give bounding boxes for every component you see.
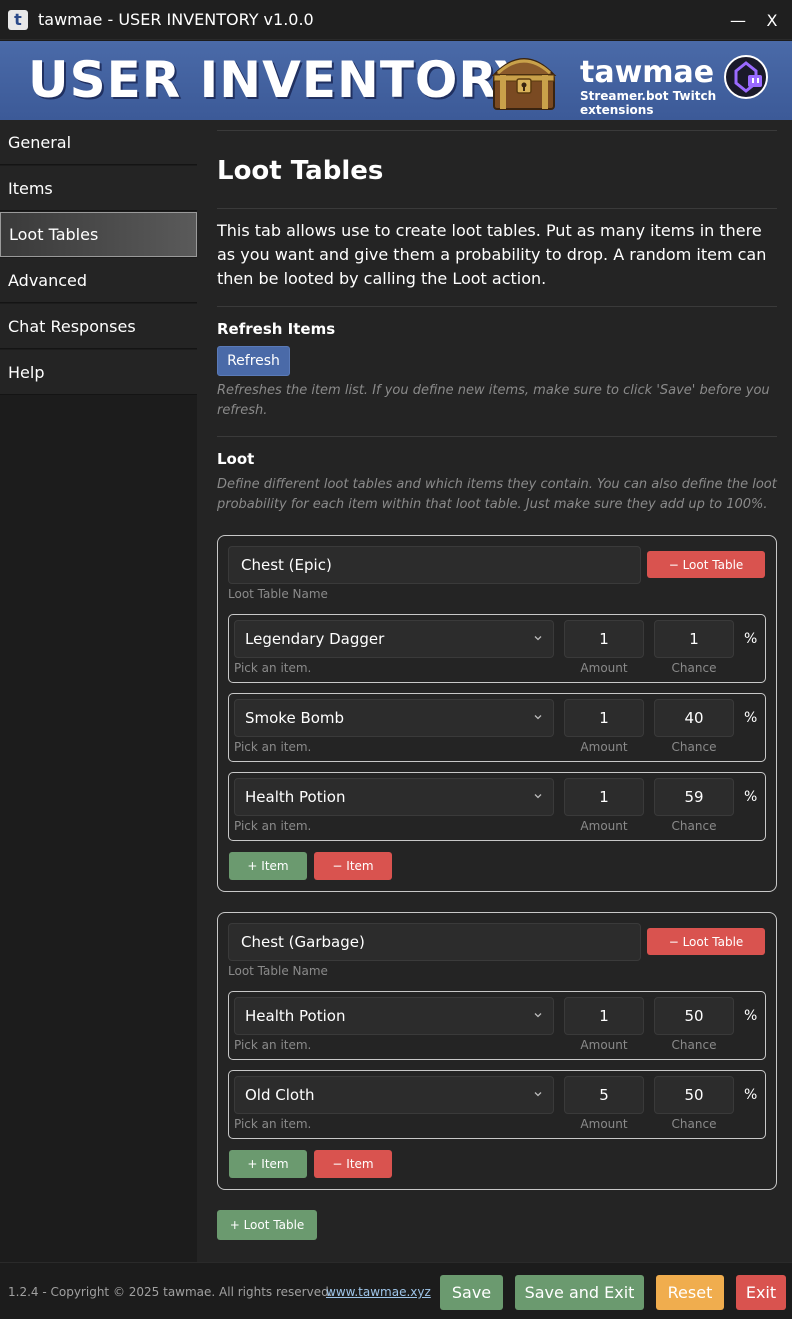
percent-sign: % (744, 789, 758, 805)
main-panel: Loot Tables This tab allows use to creat… (197, 120, 792, 1262)
banner-title: USER INVENTORY (28, 51, 533, 109)
loot-item-row: Smoke Bomb 1 40 % Pick an item. Amount C… (228, 693, 766, 762)
app-icon: t (8, 9, 28, 30)
chevron-down-icon (534, 715, 542, 720)
chevron-down-icon (534, 636, 542, 641)
chevron-down-icon (534, 1013, 542, 1018)
chance-label: Chance (671, 661, 717, 675)
amount-label: Amount (580, 1117, 628, 1131)
chance-label: Chance (671, 1038, 717, 1052)
chance-label: Chance (671, 1117, 717, 1131)
divider (217, 208, 777, 209)
loot-item-row: Legendary Dagger 1 1 % Pick an item. Amo… (228, 614, 766, 683)
loot-item-row: Old Cloth 5 50 % Pick an item. Amount Ch… (228, 1070, 766, 1139)
loot-table-card: Chest (Garbage) − Loot Table Loot Table … (217, 912, 777, 1190)
loot-table-card: Chest (Epic) − Loot Table Loot Table Nam… (217, 535, 777, 892)
loot-table-name-input[interactable]: Chest (Garbage) (228, 923, 641, 961)
title-bar: t tawmae - USER INVENTORY v1.0.0 — X (0, 0, 792, 40)
website-link[interactable]: www.tawmae.xyz (326, 1285, 431, 1299)
loot-hint: Define different loot tables and which i… (217, 477, 777, 512)
page-title: Loot Tables (217, 156, 384, 186)
loot-table-name-label: Loot Table Name (228, 587, 328, 601)
twitch-logo-icon (724, 55, 768, 99)
amount-input[interactable]: 1 (564, 699, 644, 737)
sidebar: General Items Loot Tables Advanced Chat … (0, 120, 197, 1262)
intro-text: This tab allows use to create loot table… (217, 221, 767, 288)
amount-input[interactable]: 5 (564, 1076, 644, 1114)
save-button[interactable]: Save (440, 1275, 503, 1310)
refresh-heading: Refresh Items (217, 320, 336, 338)
add-loot-table-button[interactable]: + Loot Table (217, 1210, 317, 1240)
minimize-button[interactable]: — (720, 0, 756, 40)
item-select[interactable]: Health Potion (234, 778, 554, 816)
loot-item-row: Health Potion 1 59 % Pick an item. Amoun… (228, 772, 766, 841)
item-select[interactable]: Old Cloth (234, 1076, 554, 1114)
amount-label: Amount (580, 819, 628, 833)
loot-heading: Loot (217, 450, 255, 468)
divider (217, 306, 777, 307)
item-select[interactable]: Legendary Dagger (234, 620, 554, 658)
divider (217, 130, 777, 131)
reset-button[interactable]: Reset (656, 1275, 724, 1310)
percent-sign: % (744, 710, 758, 726)
refresh-button[interactable]: Refresh (217, 346, 290, 376)
remove-item-button[interactable]: − Item (314, 852, 392, 880)
footer: 1.2.4 - Copyright © 2025 tawmae. All rig… (0, 1262, 792, 1319)
sidebar-item-items[interactable]: Items (0, 166, 197, 211)
item-select[interactable]: Health Potion (234, 997, 554, 1035)
sidebar-item-chat-responses[interactable]: Chat Responses (0, 304, 197, 349)
percent-sign: % (744, 1008, 758, 1024)
amount-input[interactable]: 1 (564, 778, 644, 816)
brand-name: tawmae (580, 55, 715, 90)
item-select-value: Health Potion (245, 788, 346, 806)
exit-button[interactable]: Exit (736, 1275, 786, 1310)
add-item-button[interactable]: + Item (229, 852, 307, 880)
amount-label: Amount (580, 661, 628, 675)
item-select-value: Health Potion (245, 1007, 346, 1025)
window-title: tawmae - USER INVENTORY v1.0.0 (38, 10, 314, 29)
chevron-down-icon (534, 794, 542, 799)
add-item-button[interactable]: + Item (229, 1150, 307, 1178)
amount-input[interactable]: 1 (564, 997, 644, 1035)
chance-input[interactable]: 59 (654, 778, 734, 816)
item-select-value: Smoke Bomb (245, 709, 345, 727)
treasure-chest-icon (491, 58, 557, 110)
amount-label: Amount (580, 740, 628, 754)
chance-label: Chance (671, 740, 717, 754)
item-select-value: Old Cloth (245, 1086, 315, 1104)
pick-item-label: Pick an item. (234, 819, 312, 833)
chance-input[interactable]: 40 (654, 699, 734, 737)
refresh-hint: Refreshes the item list. If you define n… (217, 383, 770, 418)
amount-input[interactable]: 1 (564, 620, 644, 658)
save-and-exit-button[interactable]: Save and Exit (515, 1275, 644, 1310)
copyright-text: 1.2.4 - Copyright © 2025 tawmae. All rig… (8, 1285, 333, 1299)
loot-table-name-input[interactable]: Chest (Epic) (228, 546, 641, 584)
chance-input[interactable]: 50 (654, 1076, 734, 1114)
close-button[interactable]: X (754, 0, 790, 40)
sidebar-item-loot-tables[interactable]: Loot Tables (0, 212, 197, 257)
header-banner: USER INVENTORY tawmae Streamer.bot Twitc… (0, 41, 792, 120)
loot-item-row: Health Potion 1 50 % Pick an item. Amoun… (228, 991, 766, 1060)
chevron-down-icon (534, 1092, 542, 1097)
divider (217, 436, 777, 437)
pick-item-label: Pick an item. (234, 661, 312, 675)
loot-table-name-label: Loot Table Name (228, 964, 328, 978)
remove-item-button[interactable]: − Item (314, 1150, 392, 1178)
remove-loot-table-button[interactable]: − Loot Table (647, 928, 765, 955)
remove-loot-table-button[interactable]: − Loot Table (647, 551, 765, 578)
percent-sign: % (744, 1087, 758, 1103)
amount-label: Amount (580, 1038, 628, 1052)
chance-input[interactable]: 1 (654, 620, 734, 658)
pick-item-label: Pick an item. (234, 740, 312, 754)
pick-item-label: Pick an item. (234, 1038, 312, 1052)
pick-item-label: Pick an item. (234, 1117, 312, 1131)
sidebar-item-general[interactable]: General (0, 120, 197, 165)
chance-label: Chance (671, 819, 717, 833)
chance-input[interactable]: 50 (654, 997, 734, 1035)
item-select-value: Legendary Dagger (245, 630, 385, 648)
sidebar-item-help[interactable]: Help (0, 350, 197, 395)
item-select[interactable]: Smoke Bomb (234, 699, 554, 737)
sidebar-item-advanced[interactable]: Advanced (0, 258, 197, 303)
percent-sign: % (744, 631, 758, 647)
